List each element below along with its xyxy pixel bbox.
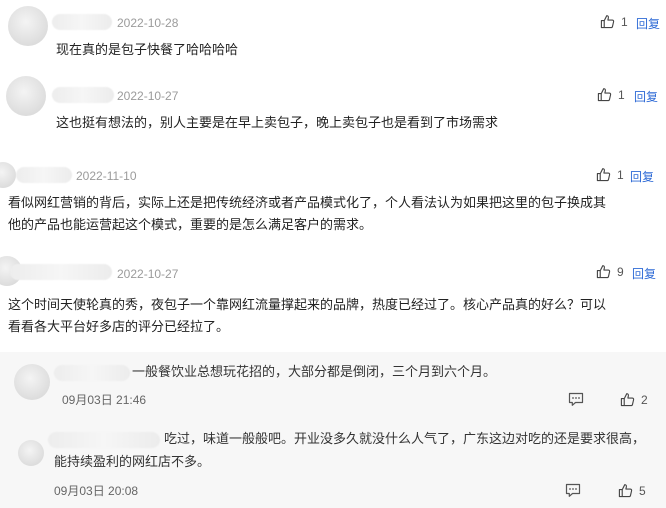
reply-button[interactable]: 回复 [634,88,658,105]
like-button[interactable]: 1 [596,167,624,182]
username-blurred[interactable] [52,87,114,103]
comment-icon [565,483,581,497]
like-count: 2 [641,392,648,407]
sub-reply-text-line: 能持续盈利的网红店不多。 [54,455,211,470]
avatar[interactable] [8,6,48,46]
username-blurred[interactable] [16,167,72,183]
like-button[interactable]: 2 [620,392,648,407]
comment-text: 这也挺有想法的，别人主要是在早上卖包子，晚上卖包子也是看到了市场需求 [56,116,499,131]
like-button[interactable]: 1 [600,14,628,29]
like-count: 1 [618,87,625,102]
like-button[interactable]: 9 [596,264,624,279]
comment-button[interactable] [565,483,581,502]
reply-button[interactable]: 回复 [630,168,654,185]
avatar[interactable] [18,440,44,466]
thumbs-up-icon [620,393,635,407]
thumbs-up-icon [596,265,611,279]
comment-text-line: 这个时间天使轮真的秀，夜包子一个靠网红流量撑起来的品牌，热度已经过了。核心产品真… [8,298,607,313]
thumbs-up-icon [600,15,615,29]
comment-text-line: 他的产品也能运营起这个模式，重要的是怎么满足客户的需求。 [8,218,373,233]
comment-text-line: 看似网红营销的背后，实际上还是把传统经济或者产品模式化了，个人看法认为如果把这里… [8,196,607,211]
sub-reply-date: 09月03日 20:08 [54,484,139,498]
comment-text-line: 看看各大平台好多店的评分已经拉了。 [8,320,230,335]
like-button[interactable]: 1 [597,87,625,102]
like-count: 1 [621,14,628,29]
comment-button[interactable] [568,392,584,411]
avatar[interactable] [14,364,50,400]
thumbs-up-icon [618,484,633,498]
comment-text: 现在真的是包子快餐了哈哈哈哈 [56,43,239,58]
username-blurred[interactable] [48,432,160,448]
thumbs-up-icon [596,168,611,182]
comment-date: 2022-10-27 [117,89,179,103]
reply-button[interactable]: 回复 [636,15,660,32]
sub-reply-text: 一般餐饮业总想玩花招的，大部分都是倒闭，三个月到六个月。 [132,365,497,380]
comment-date: 2022-10-28 [117,16,179,30]
username-blurred[interactable] [54,365,130,381]
comment-date: 2022-10-27 [117,267,179,281]
like-count: 5 [639,483,646,498]
like-count: 9 [617,264,624,279]
thumbs-up-icon [597,88,612,102]
like-button[interactable]: 5 [618,483,646,498]
reply-button[interactable]: 回复 [632,265,656,282]
username-blurred[interactable] [52,14,112,30]
avatar[interactable] [6,76,46,116]
like-count: 1 [617,167,624,182]
username-blurred[interactable] [10,264,112,280]
avatar[interactable] [0,162,16,188]
comment-date: 2022-11-10 [76,169,137,183]
sub-reply-text-line: 吃过，味道一般般吧。开业没多久就没什么人气了，广东这边对吃的还是要求很高， [164,432,646,447]
sub-reply-date: 09月03日 21:46 [62,393,147,407]
comment-icon [568,392,584,406]
